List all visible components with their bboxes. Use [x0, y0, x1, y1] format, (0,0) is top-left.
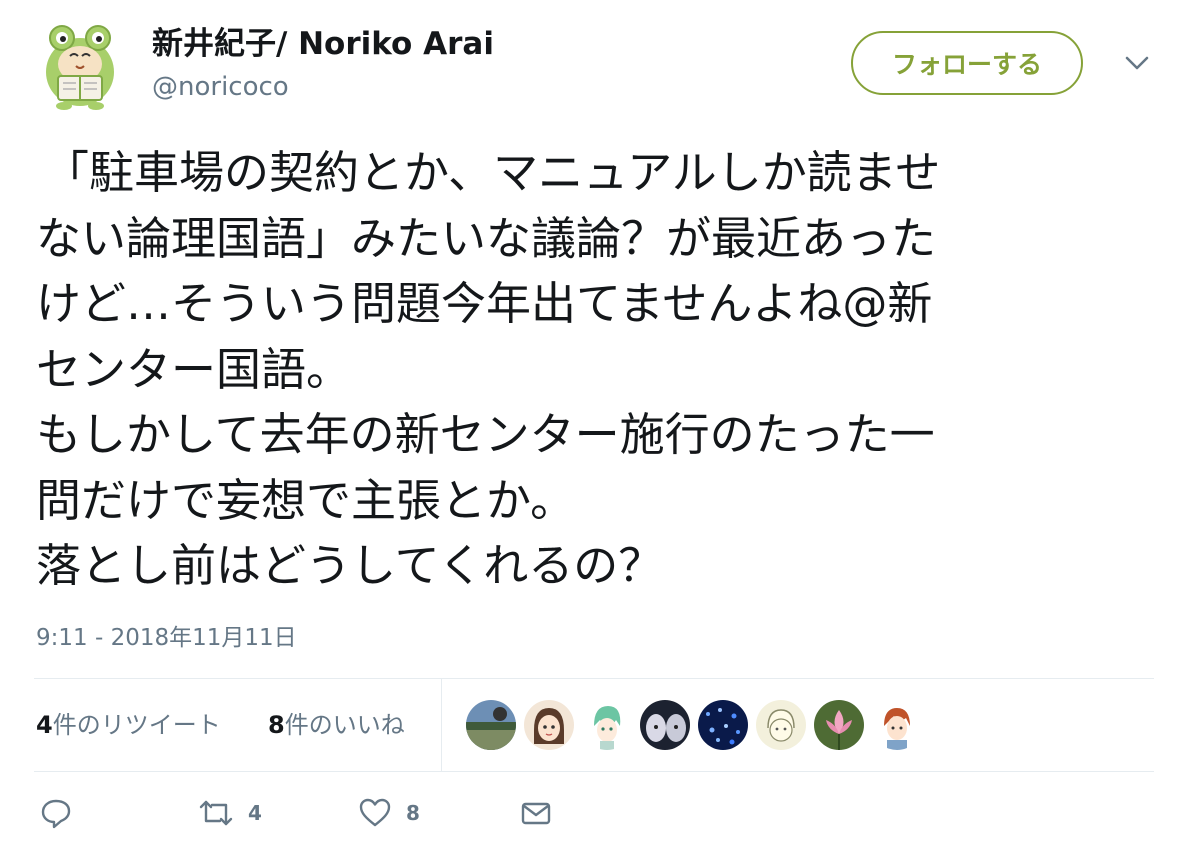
tweet-line: 落とし前はどうしてくれるの？ [36, 539, 664, 592]
direct-message-button[interactable] [520, 797, 552, 829]
retweet-icon [199, 800, 233, 826]
retweet-button[interactable]: 4 [198, 797, 262, 829]
tweet-line: センター国語。 [36, 342, 352, 396]
author-display-name[interactable]: 新井紀子/ Noriko Arai [152, 24, 494, 64]
envelope-icon [521, 802, 551, 825]
like-button[interactable]: 8 [358, 797, 420, 829]
author-avatar[interactable] [38, 20, 122, 112]
reply-icon [41, 799, 71, 829]
divider [441, 679, 442, 771]
divider [34, 678, 1154, 679]
liker-avatar-red-hair[interactable] [872, 700, 922, 750]
tweet-line: 「駐車場の契約とか、マニュアルしか読ませ [44, 146, 941, 199]
tweet-text: 「駐車場の契約とか、マニュアルしか読ませ ない論理国語」みたいな議論？が最近あっ… [36, 140, 1146, 599]
chevron-down-icon[interactable] [1124, 54, 1150, 72]
tweet-line: けど…そういう問題今年出てませんよね@新 [36, 277, 933, 330]
liker-avatar-sketch[interactable] [756, 700, 806, 750]
retweets-count: 4 [36, 711, 53, 739]
likes-count: 8 [268, 711, 285, 739]
liker-avatar-green-hair[interactable] [582, 700, 632, 750]
liker-avatar-anime-girl[interactable] [524, 700, 574, 750]
tweet-line: もしかして去年の新センター施行のたった一 [36, 408, 935, 461]
frog-hood-cat-icon [46, 25, 114, 110]
author-handle[interactable]: @noricoco [152, 70, 289, 104]
retweets-label: 件のリツイート [52, 711, 221, 739]
reply-button[interactable] [40, 797, 72, 829]
likes-stat[interactable]: 8件のいいね [268, 705, 405, 740]
heart-icon [359, 798, 391, 827]
follow-button[interactable]: フォローする [851, 31, 1083, 95]
retweet-count: 4 [248, 801, 262, 825]
tweet-line: 問だけで妄想で主張とか。 [36, 473, 576, 527]
likes-label: 件のいいね [284, 711, 405, 739]
liker-avatar-blue-lights[interactable] [698, 700, 748, 750]
liker-avatar-dark-anime[interactable] [640, 700, 690, 750]
divider [34, 771, 1154, 772]
tweet-timestamp[interactable]: 9:11 - 2018年11月11日 [36, 618, 297, 652]
like-count: 8 [406, 801, 420, 825]
tweet-line: ない論理国語」みたいな議論？が最近あった [36, 211, 937, 265]
retweets-stat[interactable]: 4件のリツイート [36, 705, 221, 740]
liker-avatar-landscape[interactable] [466, 700, 516, 750]
liker-avatar-lotus[interactable] [814, 700, 864, 750]
